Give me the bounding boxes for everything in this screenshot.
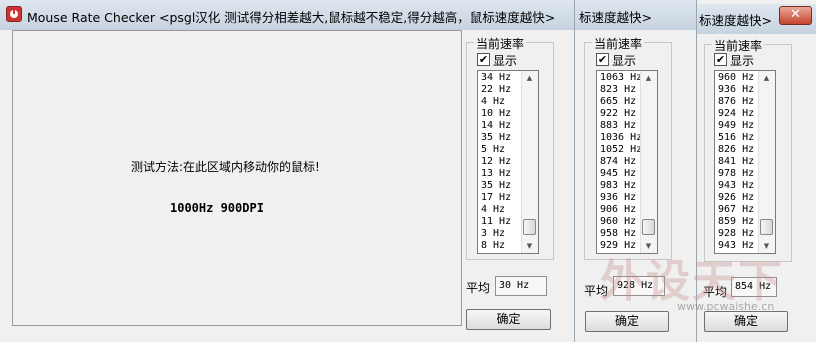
rate-list-item[interactable]: 823 Hz — [600, 84, 642, 96]
scroll-up-icon[interactable]: ▲ — [759, 71, 774, 85]
rate-list-item[interactable]: 3 Hz — [481, 228, 511, 240]
rate-list-3[interactable]: 960 Hz 936 Hz 876 Hz 924 Hz 949 Hz 516 Hz 826 … — [714, 70, 776, 254]
rate-list-items: 34 Hz 22 Hz 4 Hz 10 Hz 14 Hz 35 Hz 5 Hz 12 Hz 13… — [481, 72, 511, 252]
rate-list-item[interactable]: 874 Hz — [600, 156, 642, 168]
title-bar-2[interactable]: 标速度越快> — [575, 0, 696, 30]
check-icon: ✔ — [478, 53, 489, 66]
rate-list-item[interactable]: 1063 Hz — [600, 72, 642, 84]
rate-list-item[interactable]: 967 Hz — [718, 204, 754, 216]
rate-list-item[interactable]: 876 Hz — [718, 96, 754, 108]
rate-list-item[interactable]: 983 Hz — [600, 180, 642, 192]
show-label-3: 显示 — [730, 54, 755, 68]
rate-list-2[interactable]: 1063 Hz 823 Hz 665 Hz 922 Hz 883 Hz 1036 Hz 10… — [596, 70, 658, 254]
window-title-2: 标速度越快> — [579, 10, 652, 25]
rate-list-item[interactable]: 4 Hz — [481, 204, 511, 216]
rate-list-item[interactable]: 826 Hz — [718, 144, 754, 156]
rate-list-items-2: 1063 Hz 823 Hz 665 Hz 922 Hz 883 Hz 1036 Hz 10… — [600, 72, 642, 252]
scroll-up-icon[interactable]: ▲ — [522, 71, 537, 85]
rate-list-item[interactable]: 13 Hz — [481, 168, 511, 180]
app-icon — [6, 6, 22, 22]
rate-list-item[interactable]: 10 Hz — [481, 108, 511, 120]
current-rate-label-2: 当前速率 — [592, 35, 645, 52]
scroll-thumb-2[interactable] — [642, 219, 655, 235]
rate-list-item[interactable]: 928 Hz — [718, 228, 754, 240]
rate-list-item[interactable]: 4 Hz — [481, 96, 511, 108]
rate-list-item[interactable]: 14 Hz — [481, 120, 511, 132]
rate-list-item[interactable]: 883 Hz — [600, 120, 642, 132]
rate-list-item[interactable]: 35 Hz — [481, 180, 511, 192]
rate-list-item[interactable]: 978 Hz — [718, 168, 754, 180]
check-icon: ✔ — [597, 53, 608, 66]
rate-list-item[interactable]: 5 Hz — [481, 144, 511, 156]
ok-button[interactable]: 确定 — [466, 309, 551, 330]
rate-list-item[interactable]: 945 Hz — [600, 168, 642, 180]
rate-list-item[interactable]: 11 Hz — [481, 216, 511, 228]
show-checkbox[interactable]: ✔ — [477, 53, 490, 66]
rate-list-item[interactable]: 960 Hz — [600, 216, 642, 228]
show-checkbox-3[interactable]: ✔ — [714, 53, 727, 66]
rate-list-item[interactable]: 1036 Hz — [600, 132, 642, 144]
current-rate-label: 当前速率 — [474, 35, 527, 52]
scroll-thumb-3[interactable] — [760, 219, 773, 235]
rate-list-item[interactable]: 17 Hz — [481, 192, 511, 204]
rate-list-item[interactable]: 516 Hz — [718, 132, 754, 144]
rate-list-item[interactable]: 859 Hz — [718, 216, 754, 228]
rate-list-item[interactable]: 8 Hz — [481, 240, 511, 252]
show-checkbox-2[interactable]: ✔ — [596, 53, 609, 66]
rate-list-item[interactable]: 960 Hz — [718, 72, 754, 84]
rate-list-item[interactable]: 1052 Hz — [600, 144, 642, 156]
rate-list-item[interactable]: 949 Hz — [718, 120, 754, 132]
rate-list[interactable]: 34 Hz 22 Hz 4 Hz 10 Hz 14 Hz 35 Hz 5 Hz 12 Hz 13… — [477, 70, 539, 254]
rate-list-items-3: 960 Hz 936 Hz 876 Hz 924 Hz 949 Hz 516 Hz 826 … — [718, 72, 754, 252]
close-icon: ✕ — [790, 7, 801, 22]
watermark-url: www.pcwaishe.cn — [677, 300, 775, 313]
rate-list-item[interactable]: 841 Hz — [718, 156, 754, 168]
mouse-test-area[interactable]: 测试方法:在此区域内移动你的鼠标! 1000Hz 900DPI — [12, 30, 462, 326]
check-icon: ✔ — [715, 53, 726, 66]
scrollbar-2[interactable]: ▲ ▼ — [640, 71, 657, 253]
ok-button-3[interactable]: 确定 — [704, 311, 788, 332]
rate-list-item[interactable]: 665 Hz — [600, 96, 642, 108]
rate-list-item[interactable]: 22 Hz — [481, 84, 511, 96]
average-field: 30 Hz — [495, 276, 547, 296]
average-label: 平均 — [466, 281, 491, 295]
instruction-text: 测试方法:在此区域内移动你的鼠标! — [131, 160, 320, 174]
rate-list-item[interactable]: 12 Hz — [481, 156, 511, 168]
scrollbar-3[interactable]: ▲ ▼ — [758, 71, 775, 253]
rate-list-item[interactable]: 924 Hz — [718, 108, 754, 120]
rate-list-item[interactable]: 35 Hz — [481, 132, 511, 144]
rate-list-item[interactable]: 958 Hz — [600, 228, 642, 240]
rate-list-item[interactable]: 936 Hz — [718, 84, 754, 96]
rate-list-item[interactable]: 34 Hz — [481, 72, 511, 84]
show-label-2: 显示 — [612, 54, 637, 68]
device-info: 1000Hz 900DPI — [170, 201, 264, 215]
rate-list-item[interactable]: 943 Hz — [718, 180, 754, 192]
window-title-3: 标速度越快> — [699, 13, 772, 28]
ok-button-2[interactable]: 确定 — [585, 311, 669, 332]
title-bar-3[interactable]: 标速度越快> ✕ — [697, 4, 816, 34]
scroll-up-icon[interactable]: ▲ — [641, 71, 656, 85]
close-button[interactable]: ✕ — [779, 6, 812, 25]
rate-list-item[interactable]: 922 Hz — [600, 108, 642, 120]
scroll-thumb[interactable] — [523, 219, 536, 235]
rate-list-item[interactable]: 936 Hz — [600, 192, 642, 204]
show-label: 显示 — [493, 54, 518, 68]
scroll-down-icon[interactable]: ▼ — [522, 239, 537, 253]
rate-list-item[interactable]: 926 Hz — [718, 192, 754, 204]
rate-list-item[interactable]: 906 Hz — [600, 204, 642, 216]
window-title: Mouse Rate Checker <psgl汉化 测试得分相差越大,鼠标越不… — [27, 10, 556, 25]
scrollbar[interactable]: ▲ ▼ — [521, 71, 538, 253]
